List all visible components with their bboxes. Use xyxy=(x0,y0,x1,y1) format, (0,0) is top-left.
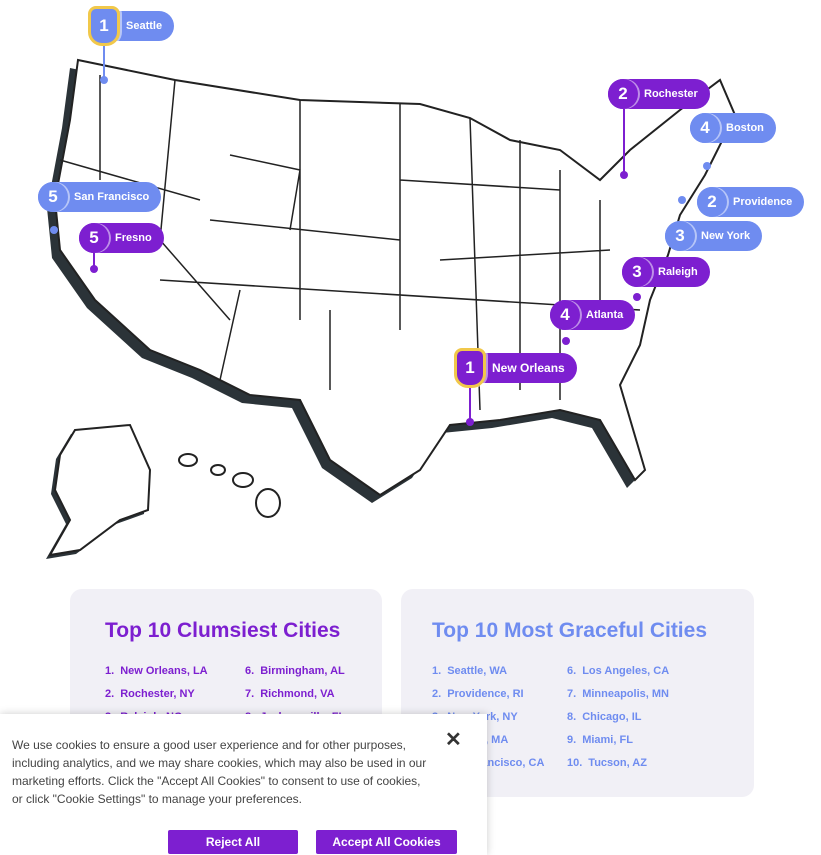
list-item: 6. Birmingham, AL xyxy=(245,665,345,677)
rank-badge: 1 xyxy=(88,6,120,46)
pin-dot xyxy=(620,171,628,179)
pin-label: Boston xyxy=(726,122,764,134)
pin-dot xyxy=(678,196,686,204)
rank-badge: 5 xyxy=(38,182,68,212)
list-item: 1. Seattle, WA xyxy=(432,665,508,677)
rank-badge: 4 xyxy=(690,113,720,143)
rank-badge: 1 xyxy=(454,348,486,388)
pin-dot xyxy=(703,162,711,170)
pin-stem xyxy=(623,108,625,174)
pin-san-francisco[interactable]: 5 San Francisco xyxy=(38,182,162,212)
pin-label: Fresno xyxy=(115,232,152,244)
rank-badge: 3 xyxy=(622,257,652,287)
pin-label: San Francisco xyxy=(74,191,150,203)
pin-label: Providence xyxy=(733,196,793,208)
pin-rochester[interactable]: 2 Rochester xyxy=(608,79,710,109)
pin-label: Seattle xyxy=(126,20,163,32)
pin-raleigh[interactable]: 3 Raleigh xyxy=(622,257,710,287)
rank-badge: 3 xyxy=(665,221,695,251)
list-item: 9. Miami, FL xyxy=(567,734,633,746)
pin-dot xyxy=(100,76,108,84)
list-item: 10. Tucson, AZ xyxy=(567,757,647,769)
pin-dot xyxy=(562,337,570,345)
rank-badge: 4 xyxy=(550,300,580,330)
pin-dot xyxy=(90,265,98,273)
pin-dot xyxy=(633,293,641,301)
rank-badge: 2 xyxy=(608,79,638,109)
list-item: 7. Richmond, VA xyxy=(245,688,335,700)
pin-seattle[interactable]: 1 Seattle xyxy=(88,6,175,46)
list-item: 2. Rochester, NY xyxy=(105,688,195,700)
rank-badge: 5 xyxy=(79,223,109,253)
pin-new-orleans[interactable]: 1 New Orleans xyxy=(454,348,577,388)
cookie-text: We use cookies to ensure a good user exp… xyxy=(12,738,427,806)
pin-boston[interactable]: 4 Boston xyxy=(690,113,776,143)
graceful-list-col2: 6. Los Angeles, CA 7. Minneapolis, MN 8. Ch… xyxy=(567,665,675,780)
pin-label: New York xyxy=(701,230,751,242)
pin-fresno[interactable]: 5 Fresno xyxy=(79,223,164,253)
accept-all-cookies-button[interactable]: Accept All Cookies xyxy=(316,830,457,854)
list-item: 2. Providence, RI xyxy=(432,688,524,700)
card-title: Top 10 Clumsiest Cities xyxy=(105,619,341,642)
pin-atlanta[interactable]: 4 Atlanta xyxy=(550,300,636,330)
pin-label: Raleigh xyxy=(658,266,698,278)
list-item: 6. Los Angeles, CA xyxy=(567,665,670,677)
pin-label: New Orleans xyxy=(492,361,565,375)
pin-stem xyxy=(469,385,471,421)
pin-providence[interactable]: 2 Providence xyxy=(697,187,805,217)
pin-new-york[interactable]: 3 New York xyxy=(665,221,763,251)
list-item: 1. New Orleans, LA xyxy=(105,665,208,677)
pin-label: Atlanta xyxy=(586,309,624,321)
rank-badge: 2 xyxy=(697,187,727,217)
alaska xyxy=(46,423,152,559)
pin-dot xyxy=(50,226,58,234)
list-item: 7. Minneapolis, MN xyxy=(567,688,669,700)
pin-label: Rochester xyxy=(644,88,698,100)
card-title: Top 10 Most Graceful Cities xyxy=(432,619,707,642)
hawaii xyxy=(178,453,281,518)
pin-dot xyxy=(466,418,474,426)
list-item: 8. Chicago, IL xyxy=(567,711,642,723)
close-icon[interactable]: ✕ xyxy=(445,727,462,752)
reject-all-button[interactable]: Reject All xyxy=(168,830,298,854)
